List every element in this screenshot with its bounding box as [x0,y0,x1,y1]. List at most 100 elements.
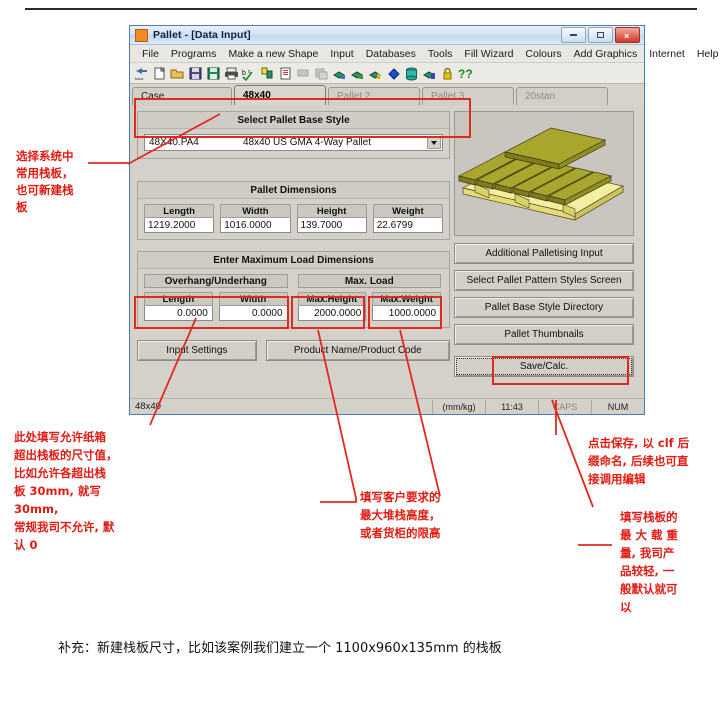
status-caps-indicator: CAPS [538,399,591,414]
cut-icon[interactable] [296,66,311,81]
menu-item-tools[interactable]: Tools [422,48,459,60]
pallet-width-field: Width 1016.0000 [220,204,291,233]
product-name-code-button[interactable]: Product Name/Product Code [265,340,450,361]
annotation-max-weight: 填写栈板的 最 大 载 重 量, 我司产 品较轻, 一 般默认就可 以 [620,510,679,614]
open-folder-icon[interactable] [170,66,185,81]
pallet-length-value[interactable]: 1219.2000 [144,218,215,233]
pallet-load2-icon[interactable] [350,66,365,81]
maxload-section: Max. Load Max.Height 2000.0000 Max.Weigh… [297,274,442,321]
copy-icon[interactable] [314,66,329,81]
overhang-width-field: Width 0.0000 [218,292,288,321]
base-style-code: 48X40.PA4 [149,137,199,148]
print-icon[interactable] [224,66,239,81]
window-controls: × [561,27,642,43]
pallet-base-style-select[interactable]: 48X40.PA4 48x40 US GMA 4-Way Pallet [144,134,443,151]
menu-item-input[interactable]: Input [324,48,359,60]
annotation-save: 点击保存, 以 clf 后 缀命名, 后续也可直 接调用编辑 [588,436,690,486]
tabstrip: Case 48x40 Pallet 2 Pallet 3 20stan [130,84,644,105]
overhang-length-field: Length 0.0000 [144,292,213,321]
tab-20stan[interactable]: 20stan [516,87,608,105]
pallet-thumbnails-button[interactable]: Pallet Thumbnails [454,324,634,345]
pallet-base-style-directory-button[interactable]: Pallet Base Style Directory [454,297,634,318]
max-height-label: Max.Height [297,292,367,306]
save-disk-icon[interactable] [188,66,203,81]
menu-item-programs[interactable]: Programs [165,48,223,60]
pallet-width-value[interactable]: 1016.0000 [220,218,291,233]
drum-icon[interactable] [404,66,419,81]
svg-text:back: back [135,76,143,81]
menu-item-add-graphics[interactable]: Add Graphics [568,48,644,60]
overhang-width-label: Width [218,292,288,306]
minimize-button[interactable] [561,27,586,43]
overhang-width-value[interactable]: 0.0000 [218,306,288,321]
pallet-width-label: Width [220,204,291,218]
pallet-height-value[interactable]: 139.7000 [296,218,367,233]
menu-item-file[interactable]: File [136,48,165,60]
maximize-button[interactable] [588,27,613,43]
menu-item-help[interactable]: Help [691,48,720,60]
box-stack-icon[interactable] [422,66,437,81]
max-load-header: Enter Maximum Load Dimensions [138,252,449,269]
menu-item-fill-wizard[interactable]: Fill Wizard [458,48,519,60]
pallet-length-field: Length 1219.2000 [144,204,215,233]
new-document-icon[interactable] [152,66,167,81]
back-icon[interactable]: back [134,66,149,81]
pallet-height-field: Height 139.7000 [296,204,367,233]
max-height-field: Max.Height 2000.0000 [297,292,367,321]
colour-fill-icon[interactable] [386,66,401,81]
tab-case[interactable]: Case [132,87,232,105]
pallet-load3-icon[interactable] [368,66,383,81]
menu-item-make-a-new-shape[interactable]: Make a new Shape [222,48,324,60]
save-green-icon[interactable] [206,66,221,81]
overhang-header: Overhang/Underhang [144,274,288,288]
base-style-description: 48x40 US GMA 4-Way Pallet [243,137,372,148]
menubar: File Programs Make a new Shape Input Dat… [130,45,718,63]
pallet-length-label: Length [144,204,215,218]
overhang-length-label: Length [144,292,213,306]
overhang-section: Overhang/Underhang Length 0.0000 Width 0… [144,274,288,321]
close-button[interactable]: × [615,27,640,43]
pallet-load-icon[interactable] [332,66,347,81]
max-weight-value[interactable]: 1000.0000 [372,306,442,321]
additional-palletising-input-button[interactable]: Additional Palletising Input [454,243,634,264]
svg-text:??: ?? [458,67,473,81]
max-weight-field: Max.Weight 1000.0000 [372,292,442,321]
annotation-left-bottom: 此处填写允许纸箱 超出栈板的尺寸值， 比如允许各超出栈 板 30mm, 就写 3… [14,430,118,552]
max-height-value[interactable]: 2000.0000 [297,306,367,321]
menu-item-databases[interactable]: Databases [360,48,422,60]
right-panel: Additional Palletising Input Select Pall… [454,111,634,377]
toolbar: back bc ?? [130,63,644,84]
report-icon[interactable] [278,66,293,81]
select-pallet-pattern-styles-button[interactable]: Select Pallet Pattern Styles Screen [454,270,634,291]
chevron-down-icon[interactable] [427,136,441,149]
select-pallet-base-style-group: Select Pallet Base Style 48X40.PA4 48x40… [137,111,450,159]
annotation-max-height: 填写客户要求的 最大堆栈高度， 或者货柜的限高 [360,490,441,540]
annotation-left-top: 选择系统中 常用栈板， 也可新建栈 板 [16,149,74,214]
spellcheck-icon[interactable]: bc [242,66,257,81]
tab-48x40[interactable]: 48x40 [234,85,326,105]
pallet-weight-field: Weight 22.6799 [372,204,443,233]
window-titlebar: Pallet - [Data Input] × [130,26,644,45]
tab-pallet-3[interactable]: Pallet 3 [422,87,514,105]
status-current-tab: 48x40 [135,401,161,412]
pallet-weight-value[interactable]: 22.6799 [372,218,443,233]
window-title: Pallet - [Data Input] [153,29,251,41]
svg-text:b: b [242,70,246,77]
status-time: 11:43 [485,399,538,414]
application-icon [135,28,148,42]
input-settings-button[interactable]: Input Settings [137,340,257,361]
pallet-weight-label: Weight [372,204,443,218]
menu-item-colours[interactable]: Colours [519,48,567,60]
pallet-height-label: Height [296,204,367,218]
bottom-caption: 补充：新建栈板尺寸，比如该案例我们建立一个 1100x960x135mm 的栈板 [58,641,502,656]
lock-icon[interactable] [440,66,455,81]
overhang-length-value[interactable]: 0.0000 [144,306,213,321]
max-load-dimensions-group: Enter Maximum Load Dimensions Overhang/U… [137,251,450,328]
tab-pallet-2[interactable]: Pallet 2 [328,87,420,105]
max-weight-label: Max.Weight [372,292,442,306]
pallet-pattern-icon[interactable] [260,66,275,81]
save-calc-button[interactable]: Save/Calc. [454,356,634,377]
status-units: (mm/kg) [432,399,485,414]
menu-item-internet[interactable]: Internet [643,48,691,60]
help-icon[interactable]: ?? [458,66,473,81]
